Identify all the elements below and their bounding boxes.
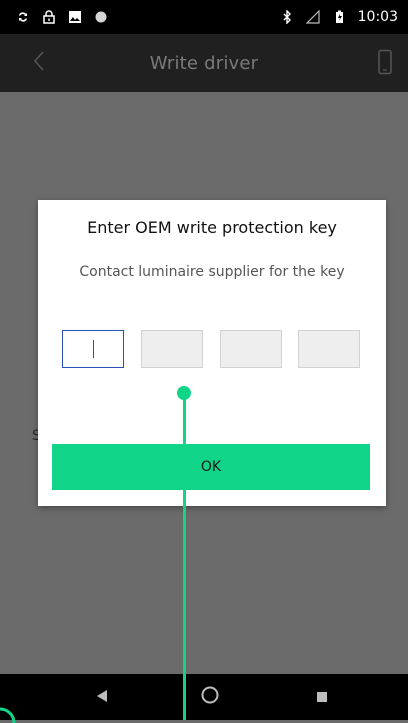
image-icon <box>68 10 82 24</box>
dot-icon <box>94 10 108 24</box>
bluetooth-icon <box>280 10 294 24</box>
ok-button[interactable]: OK <box>52 444 370 490</box>
chevron-left-icon <box>32 50 46 76</box>
recents-square-icon <box>316 688 328 707</box>
nav-back-button[interactable] <box>88 683 116 711</box>
status-time: 10:03 <box>357 9 398 25</box>
phone-icon <box>377 49 393 79</box>
status-right-icons: 10:03 <box>280 9 398 25</box>
key-field-1[interactable] <box>62 330 124 368</box>
signal-icon <box>305 10 320 24</box>
device-button[interactable] <box>376 49 394 79</box>
dialog-subtitle: Contact luminaire supplier for the key <box>79 264 345 280</box>
app-bar: Write driver <box>0 34 408 92</box>
key-field-2[interactable] <box>141 330 203 368</box>
status-bar: 10:03 <box>0 0 408 34</box>
dialog-title: Enter OEM write protection key <box>87 218 337 237</box>
back-button[interactable] <box>26 46 52 80</box>
home-circle-icon <box>200 685 220 709</box>
annotation-leader-line <box>183 396 186 720</box>
status-left-icons <box>16 10 108 24</box>
sync-icon <box>16 10 30 24</box>
nav-recents-button[interactable] <box>308 683 336 711</box>
page-title: Write driver <box>149 52 259 74</box>
annotation-corner-arc <box>0 707 16 723</box>
write-protection-dialog: Enter OEM write protection key Contact l… <box>38 200 386 506</box>
battery-icon <box>332 10 346 24</box>
key-field-4[interactable] <box>298 330 360 368</box>
back-triangle-icon <box>95 688 109 707</box>
system-nav-bar <box>0 674 408 720</box>
key-field-3[interactable] <box>220 330 282 368</box>
text-cursor <box>93 340 94 358</box>
lock-icon <box>42 10 56 24</box>
nav-home-button[interactable] <box>196 683 224 711</box>
